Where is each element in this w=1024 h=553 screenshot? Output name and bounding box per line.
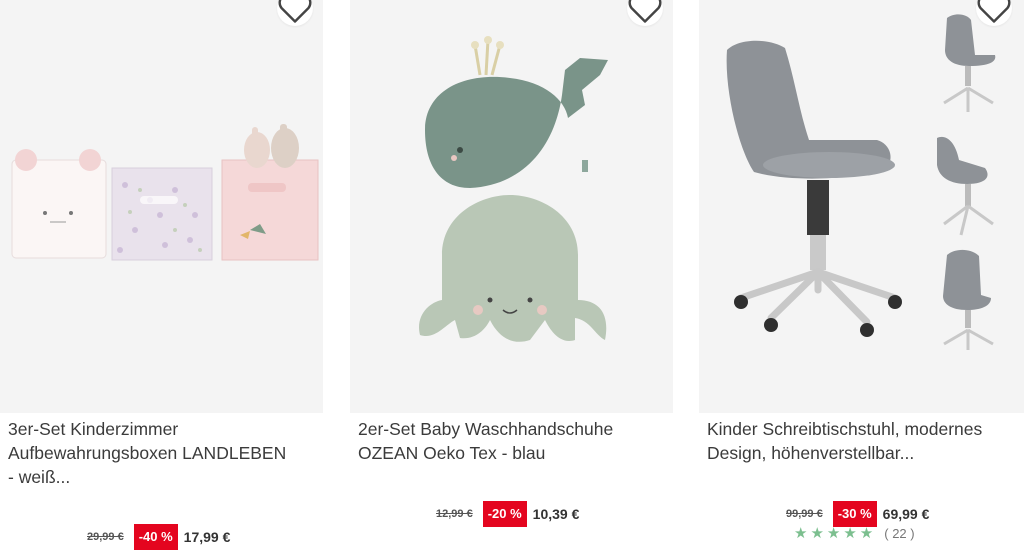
product-card[interactable]: 3er-Set Kinderzimmer Aufbewahrungsboxen …: [0, 0, 323, 550]
product-card[interactable]: Kinder Schreibtischstuhl, modernes Desig…: [699, 0, 1024, 542]
heart-icon: [278, 0, 312, 23]
product-image[interactable]: [699, 0, 1024, 413]
current-price: 17,99 €: [183, 529, 231, 545]
star-icon: ★★★★★: [794, 525, 877, 542]
storage-boxes-image: [11, 124, 319, 261]
old-price: 29,99 €: [87, 531, 124, 543]
price-row: 29,99 € -40 % 17,99 €: [87, 524, 230, 550]
discount-badge: -20 %: [482, 501, 527, 527]
desk-chair-image: [726, 14, 996, 350]
current-price: 10,39 €: [532, 506, 580, 522]
product-title[interactable]: Kinder Schreibtischstuhl, modernes Desig…: [707, 417, 1024, 465]
favorite-button[interactable]: [277, 0, 313, 26]
product-image[interactable]: [350, 0, 673, 413]
old-price: 99,99 €: [786, 508, 823, 520]
discount-badge: -40 %: [133, 524, 178, 550]
price-row: 12,99 € -20 % 10,39 €: [436, 501, 579, 527]
current-price: 69,99 €: [882, 506, 930, 522]
heart-icon: [628, 0, 662, 23]
rating-stars[interactable]: ★★★★★ ( 22 ): [794, 524, 915, 542]
product-image[interactable]: [0, 0, 323, 413]
wash-gloves-image: [419, 36, 608, 342]
heart-icon: [977, 0, 1011, 23]
product-title[interactable]: 3er-Set Kinderzimmer Aufbewahrungsboxen …: [8, 417, 328, 489]
review-count: ( 22 ): [884, 525, 915, 541]
old-price: 12,99 €: [436, 508, 473, 520]
product-card[interactable]: 2er-Set Baby Waschhandschuhe OZEAN Oeko …: [350, 0, 673, 527]
product-title[interactable]: 2er-Set Baby Waschhandschuhe OZEAN Oeko …: [358, 417, 678, 465]
favorite-button[interactable]: [976, 0, 1012, 26]
favorite-button[interactable]: [627, 0, 663, 26]
